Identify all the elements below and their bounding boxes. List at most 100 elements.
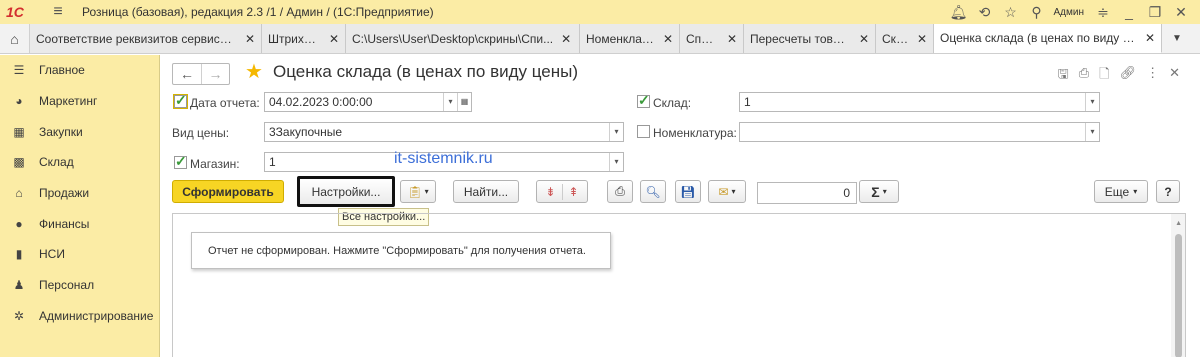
nomenclature-field[interactable]: ▾ bbox=[739, 122, 1100, 142]
print-button[interactable]: ⎙ bbox=[607, 180, 633, 203]
minimize-icon[interactable]: _ bbox=[1116, 4, 1142, 20]
calendar-icon[interactable]: ▦ bbox=[457, 93, 471, 111]
nomenclature-label: Номенклатура: bbox=[653, 126, 737, 140]
preview-icon[interactable]: 🗋︎ bbox=[1099, 65, 1109, 87]
tab-label: Склад bbox=[882, 31, 909, 46]
settings-button[interactable]: Настройки... bbox=[297, 176, 395, 207]
divider bbox=[561, 183, 563, 200]
close-tab-icon[interactable]: ✕ bbox=[859, 32, 869, 46]
home-icon[interactable]: ⌂ bbox=[0, 24, 30, 53]
sidebar-item-label: Продажи bbox=[39, 186, 90, 201]
date-dropdown-icon[interactable]: ▾ bbox=[443, 93, 457, 111]
history-icon[interactable]: ⟲ bbox=[972, 4, 998, 21]
chevron-down-icon[interactable]: ▾ bbox=[1085, 93, 1099, 111]
find-button[interactable]: Найти... bbox=[453, 180, 519, 203]
expand-groups-icon[interactable]: ⇟ bbox=[545, 185, 555, 199]
sidebar-item-label: Главное bbox=[39, 63, 85, 78]
close-form-icon[interactable]: ✕ bbox=[1169, 65, 1180, 87]
tab-recounts[interactable]: Пересчеты товаров ✕ bbox=[744, 24, 876, 53]
vertical-scrollbar[interactable]: ▲ bbox=[1171, 214, 1185, 357]
app-logo: 1С bbox=[6, 4, 24, 20]
warehouse-label: Склад: bbox=[653, 96, 692, 110]
restore-icon[interactable]: ❐ bbox=[1142, 4, 1168, 21]
user-name[interactable]: Админ bbox=[1054, 7, 1085, 18]
preview-button[interactable]: 🔍︎ bbox=[640, 180, 666, 203]
tab-warehouse-valuation[interactable]: Оценка склада (в ценах по виду це... ✕ bbox=[934, 24, 1162, 53]
close-tab-icon[interactable]: ✕ bbox=[245, 32, 255, 46]
close-tab-icon[interactable]: ✕ bbox=[561, 32, 571, 46]
forward-arrow-icon[interactable]: → bbox=[201, 64, 229, 84]
sidebar: ☰ Главное ◕ Маркетинг ▦ Закупки ▩ Склад ⌂ Про… bbox=[0, 55, 160, 357]
tab-warehouse[interactable]: Склад ✕ bbox=[876, 24, 934, 53]
sidebar-item-warehouse[interactable]: ▩ Склад bbox=[0, 147, 159, 178]
back-arrow-icon[interactable]: ← bbox=[173, 64, 201, 84]
tab-label: Соответствие реквизитов сервиса ... bbox=[36, 31, 237, 46]
sidebar-item-reference[interactable]: ▮ НСИ bbox=[0, 239, 159, 270]
variants-button[interactable]: 📋︎ ▾ bbox=[400, 180, 436, 203]
chevron-down-icon: ▾ bbox=[882, 187, 887, 196]
tab-requisites[interactable]: Соответствие реквизитов сервиса ... ✕ bbox=[30, 24, 262, 53]
close-tab-icon[interactable]: ✕ bbox=[663, 32, 673, 46]
gear-icon: ✲ bbox=[13, 308, 25, 323]
clipboard-icon: 📋︎ bbox=[407, 184, 423, 199]
store-checkbox[interactable] bbox=[174, 153, 187, 170]
report-date-checkbox[interactable] bbox=[173, 92, 188, 109]
sidebar-item-sales[interactable]: ⌂ Продажи bbox=[0, 178, 159, 209]
sigma-icon: Σ bbox=[871, 183, 880, 200]
help-button[interactable]: ? bbox=[1156, 180, 1180, 203]
tab-label: Оценка склада (в ценах по виду це... bbox=[940, 31, 1137, 45]
favorite-star-icon[interactable]: ★ bbox=[245, 59, 263, 84]
report-not-generated-message: Отчет не сформирован. Нажмите "Сформиров… bbox=[191, 232, 611, 269]
more-vertical-icon[interactable]: ⋮ bbox=[1146, 65, 1159, 87]
sidebar-item-personnel[interactable]: ♟ Персонал bbox=[0, 270, 159, 301]
chevron-down-icon[interactable]: ▾ bbox=[1085, 123, 1099, 141]
sum-button[interactable]: Σ ▾ bbox=[859, 180, 899, 203]
chevron-down-icon[interactable]: ▾ bbox=[609, 123, 623, 141]
hamburger-menu-icon[interactable]: ≡ bbox=[48, 3, 68, 21]
report-area[interactable]: Отчет не сформирован. Нажмите "Сформиров… bbox=[172, 213, 1186, 357]
print-icon[interactable]: ⎙ bbox=[1079, 65, 1089, 87]
sidebar-item-label: Администрирование bbox=[39, 308, 154, 323]
more-label: Еще bbox=[1104, 184, 1130, 199]
chevron-down-icon[interactable]: ▾ bbox=[609, 153, 623, 171]
reference-icon: ▮ bbox=[15, 247, 23, 262]
close-window-icon[interactable]: ✕ bbox=[1168, 4, 1194, 21]
nomenclature-checkbox[interactable] bbox=[637, 125, 650, 138]
scroll-up-icon[interactable]: ▲ bbox=[1175, 220, 1182, 227]
close-tab-icon[interactable]: ✕ bbox=[329, 32, 339, 46]
tab-nomenclature[interactable]: Номенклатура ✕ bbox=[580, 24, 680, 53]
search-icon[interactable]: ⚲ bbox=[1024, 4, 1050, 21]
favorites-star-icon[interactable]: ☆ bbox=[998, 4, 1024, 21]
email-button[interactable]: ✉ ▾ bbox=[708, 180, 746, 203]
tab-file-path[interactable]: C:\Users\User\Desktop\скрины\Спи... ✕ bbox=[346, 24, 580, 53]
sidebar-item-purchases[interactable]: ▦ Закупки bbox=[0, 116, 159, 147]
sidebar-item-main[interactable]: ☰ Главное bbox=[0, 55, 159, 86]
tabs-dropdown-icon[interactable]: ▼ bbox=[1162, 24, 1192, 53]
sidebar-item-label: Закупки bbox=[39, 124, 83, 139]
sidebar-item-label: НСИ bbox=[39, 247, 65, 262]
warehouse-checkbox[interactable] bbox=[637, 92, 650, 109]
save-icon[interactable]: 🖫︎ bbox=[1058, 65, 1069, 87]
tab-barcodes[interactable]: Штрихкоды ✕ bbox=[262, 24, 346, 53]
tab-list[interactable]: Список ✕ bbox=[680, 24, 744, 53]
bell-icon[interactable]: 🔔︎ bbox=[946, 4, 972, 21]
chevron-down-icon: ▾ bbox=[1133, 187, 1138, 196]
finance-icon: ● bbox=[15, 216, 23, 231]
link-icon[interactable]: 🔗︎ bbox=[1120, 65, 1137, 87]
sidebar-item-marketing[interactable]: ◕ Маркетинг bbox=[0, 86, 159, 117]
sidebar-item-administration[interactable]: ✲ Администрирование bbox=[0, 301, 159, 332]
close-tab-icon[interactable]: ✕ bbox=[727, 32, 737, 46]
settings-menu-icon[interactable]: ≑ bbox=[1090, 4, 1116, 21]
collapse-groups-icon[interactable]: ⇞ bbox=[569, 185, 579, 199]
warehouse-field[interactable]: 1 ▾ bbox=[739, 92, 1100, 112]
more-button[interactable]: Еще ▾ bbox=[1094, 180, 1148, 203]
price-type-field[interactable]: 3Закупочные ▾ bbox=[264, 122, 624, 142]
report-date-field[interactable]: 04.02.2023 0:00:00 ▾ ▦ bbox=[264, 92, 472, 112]
save-button[interactable]: 💾︎ bbox=[675, 180, 701, 203]
sidebar-item-finance[interactable]: ● Финансы bbox=[0, 208, 159, 239]
close-tab-icon[interactable]: ✕ bbox=[917, 32, 927, 46]
scrollbar-thumb[interactable] bbox=[1175, 234, 1182, 357]
sum-field[interactable]: 0 bbox=[757, 182, 857, 204]
close-tab-icon[interactable]: ✕ bbox=[1145, 31, 1155, 45]
generate-button[interactable]: Сформировать bbox=[172, 180, 284, 203]
